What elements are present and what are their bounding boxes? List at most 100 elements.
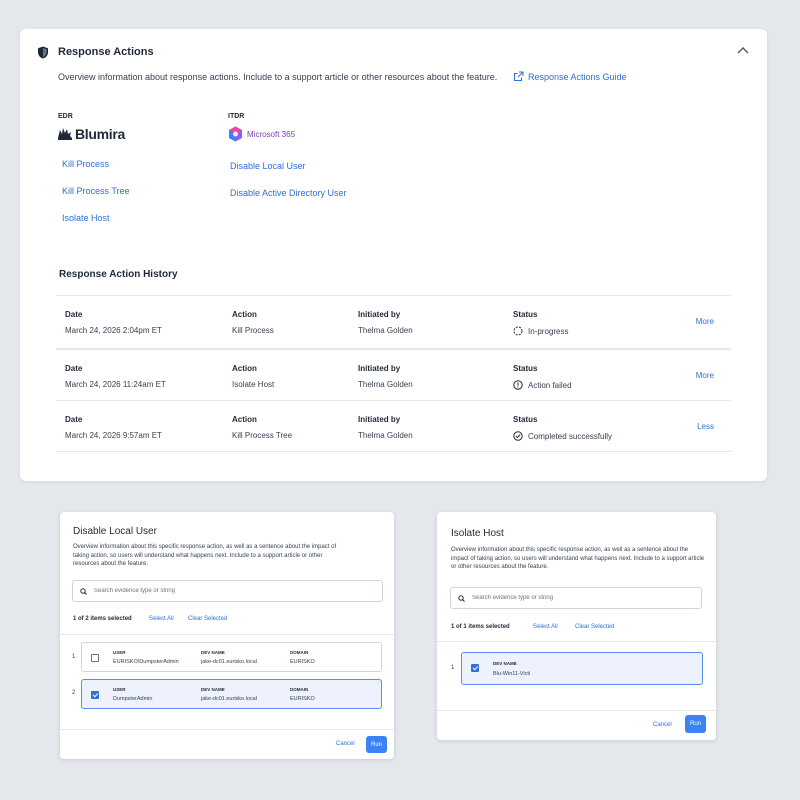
dev-name-value: Blu-Win11-Victi [493, 671, 531, 677]
check-circle-icon [513, 431, 523, 441]
disable-ad-user-link[interactable]: Disable Active Directory User [230, 188, 347, 198]
dev-name-header: DEV NAME [493, 661, 517, 666]
initiated-value: Thelma Golden [358, 326, 413, 335]
status-value: Completed successfully [513, 431, 612, 441]
selected-count: 1 of 1 items selected [451, 624, 510, 630]
history-title: Response Action History [59, 269, 178, 280]
microsoft-365-logo: Microsoft 365 [228, 126, 295, 142]
dev-name-header: DEV NAME [201, 687, 225, 692]
action-header: Action [232, 415, 257, 424]
kill-process-tree-link[interactable]: Kill Process Tree [62, 186, 130, 196]
search-input[interactable] [94, 588, 294, 594]
clear-selected-link[interactable]: Clear Selected [575, 624, 614, 630]
domain-value: EURISKO [290, 659, 315, 665]
dev-name-value: jake-dc01.eurisko.local [201, 659, 257, 665]
list-item[interactable]: DEV NAME Blu-Win11-Victi [461, 652, 703, 685]
item-checkbox[interactable] [91, 691, 99, 699]
disable-local-user-modal: Disable Local User Overview information … [60, 512, 394, 759]
date-header: Date [65, 310, 83, 319]
dev-name-value: jake-dc01.eurisko.local [201, 696, 257, 702]
initiated-header: Initiated by [358, 310, 401, 319]
search-field[interactable] [450, 587, 702, 609]
isolate-host-modal: Isolate Host Overview information about … [437, 512, 716, 740]
initiated-value: Thelma Golden [358, 380, 413, 389]
status-value: In-progress [513, 326, 568, 336]
microsoft-365-icon [229, 126, 242, 142]
hedgehog-icon [58, 128, 72, 140]
divider [60, 634, 394, 635]
blumira-wordmark: Blumira [75, 126, 126, 142]
run-button[interactable]: Run [685, 715, 707, 733]
date-value: March 24, 2026 11:24am ET [65, 380, 166, 389]
external-link-icon [514, 71, 524, 81]
panel-title: Response Actions [58, 46, 154, 58]
blumira-logo: Blumira [57, 126, 125, 142]
isolate-host-link[interactable]: Isolate Host [62, 213, 110, 223]
kill-process-link[interactable]: Kill Process [62, 159, 109, 169]
action-header: Action [232, 310, 257, 319]
user-header: USER [113, 687, 126, 692]
microsoft-365-wordmark: Microsoft 365 [247, 129, 296, 139]
item-checkbox[interactable] [471, 664, 479, 672]
clear-selected-link[interactable]: Clear Selected [188, 616, 227, 622]
in-progress-icon [513, 326, 523, 336]
date-value: March 24, 2026 2:04pm ET [65, 326, 162, 335]
divider [437, 641, 716, 642]
more-link[interactable]: More [696, 371, 714, 380]
item-index: 1 [451, 665, 455, 671]
domain-value: EURISKO [290, 696, 315, 702]
status-header: Status [513, 364, 538, 373]
initiated-header: Initiated by [358, 415, 401, 424]
shield-icon [38, 46, 48, 59]
user-header: USER [113, 650, 126, 655]
status-text: In-progress [528, 326, 569, 336]
modal-footer: Cancel Run [437, 710, 716, 740]
list-item[interactable]: USER DumpsterAdmin DEV NAME jake-dc01.eu… [81, 679, 382, 709]
list-item[interactable]: USER EURISKO\DumpsterAdmin DEV NAME jake… [81, 642, 382, 672]
status-header: Status [513, 415, 538, 424]
chevron-up-icon[interactable] [736, 45, 750, 55]
item-index: 1 [72, 654, 76, 660]
action-value: Kill Process Tree [232, 431, 293, 440]
action-value: Kill Process [232, 326, 274, 335]
search-icon [458, 594, 465, 602]
more-link[interactable]: More [696, 317, 714, 326]
modal-description: Overview information about this specific… [73, 544, 337, 567]
cancel-button[interactable]: Cancel [336, 741, 355, 747]
date-header: Date [65, 364, 83, 373]
initiated-header: Initiated by [358, 364, 401, 373]
domain-header: DOMAIN [290, 650, 309, 655]
panel-description: Overview information about response acti… [58, 72, 498, 82]
disable-local-user-link[interactable]: Disable Local User [230, 161, 306, 171]
status-value: Action failed [513, 380, 572, 390]
alert-circle-icon [513, 380, 523, 390]
status-header: Status [513, 310, 538, 319]
date-value: March 24, 2026 9:57am ET [65, 431, 162, 440]
search-field[interactable] [72, 580, 383, 602]
dev-name-header: DEV NAME [201, 650, 225, 655]
itdr-label: ITDR [228, 113, 245, 120]
search-input[interactable] [472, 595, 672, 601]
status-text: Completed successfully [528, 431, 613, 441]
search-icon [80, 587, 87, 595]
select-all-link[interactable]: Select All [533, 624, 558, 630]
modal-footer: Cancel Run [60, 729, 394, 759]
modal-description: Overview information about this specific… [451, 547, 705, 570]
domain-header: DOMAIN [290, 687, 309, 692]
edr-label: EDR [58, 113, 73, 120]
modal-title: Isolate Host [451, 528, 504, 539]
modal-title: Disable Local User [73, 526, 157, 537]
cancel-button[interactable]: Cancel [653, 722, 672, 728]
select-all-link[interactable]: Select All [149, 616, 174, 622]
item-index: 2 [72, 690, 76, 696]
less-link[interactable]: Less [697, 422, 714, 431]
user-value: EURISKO\DumpsterAdmin [113, 659, 179, 665]
history-row: Date March 24, 2026 11:24am ET Action Is… [56, 348, 731, 400]
user-value: DumpsterAdmin [113, 696, 153, 702]
run-button[interactable]: Run [366, 736, 388, 753]
date-header: Date [65, 415, 83, 424]
response-actions-panel: Response Actions Overview information ab… [20, 29, 767, 481]
guide-link-label: Response Actions Guide [528, 71, 627, 82]
guide-link[interactable]: Response Actions Guide [513, 71, 627, 82]
item-checkbox[interactable] [91, 654, 99, 662]
